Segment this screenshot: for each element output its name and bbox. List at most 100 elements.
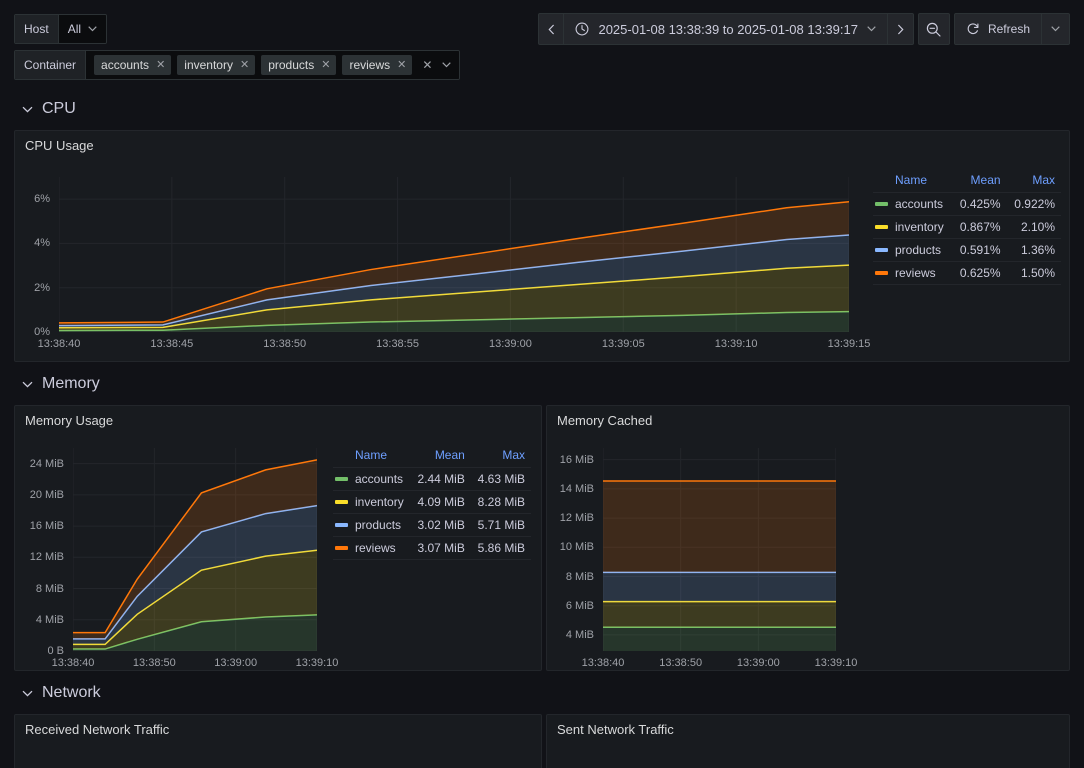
legend-color-swatch-icon — [335, 500, 348, 504]
legend-row[interactable]: reviews 3.07 MiB 5.86 MiB — [333, 536, 531, 560]
memory-usage-plot[interactable] — [72, 448, 318, 652]
legend-mean-value: 4.09 MiB — [410, 490, 471, 514]
section-title: Memory — [42, 375, 100, 392]
panel-memory-cached: Memory Cached 4 MiB 6 MiB 8 MiB 10 MiB 12 Mi… — [546, 405, 1070, 694]
legend-row[interactable]: reviews 0.625% 1.50% — [873, 261, 1061, 285]
variable-container-values[interactable]: accounts ✕ inventory ✕ products ✕ review… — [86, 51, 460, 79]
close-icon[interactable]: ✕ — [321, 57, 330, 73]
series-area-products — [603, 572, 836, 602]
legend-header-name[interactable]: Name — [333, 446, 411, 468]
legend-mean-value: 0.625% — [952, 261, 1007, 285]
variable-host-value[interactable]: All — [58, 15, 107, 43]
panel-received-network-traffic: Received Network Traffic — [14, 714, 542, 768]
legend-series-name[interactable]: reviews — [333, 536, 411, 560]
series-area-accounts — [603, 627, 836, 694]
legend-header-row: Name Mean Max — [873, 171, 1061, 193]
container-chip-products[interactable]: products ✕ — [261, 55, 337, 75]
panel-sent-network-traffic: Sent Network Traffic — [546, 714, 1070, 768]
container-chip-label: accounts — [101, 58, 150, 72]
container-chip-inventory[interactable]: inventory ✕ — [177, 55, 256, 75]
chevron-down-icon — [867, 26, 876, 32]
y-axis-tick-label: 8 MiB — [35, 582, 64, 595]
memory-usage-legend: Name Mean Max accounts 2.44 MiB 4.63 MiB inven… — [333, 446, 531, 560]
legend-header-mean[interactable]: Mean — [410, 446, 471, 468]
container-chip-label: reviews — [349, 58, 391, 72]
container-chip-reviews[interactable]: reviews ✕ — [342, 55, 413, 75]
clear-icon[interactable]: ✕ — [418, 58, 432, 72]
time-shift-forward-button[interactable] — [887, 13, 914, 45]
refresh-button-label: Refresh — [987, 22, 1030, 36]
x-axis-tick-label: 13:39:05 — [601, 338, 645, 350]
chevron-down-icon — [88, 26, 97, 32]
close-icon[interactable]: ✕ — [156, 57, 165, 73]
y-axis-tick-label: 14 MiB — [559, 482, 594, 495]
panel-title[interactable]: Memory Cached — [557, 413, 652, 428]
y-axis-tick-label: 20 MiB — [29, 488, 64, 501]
section-header-network[interactable]: Network — [22, 684, 101, 702]
legend-header-name[interactable]: Name — [873, 171, 953, 193]
legend-color-swatch-icon — [875, 225, 888, 229]
y-axis-tick-label: 2% — [34, 281, 50, 294]
close-icon[interactable]: ✕ — [397, 57, 406, 73]
legend-row[interactable]: accounts 2.44 MiB 4.63 MiB — [333, 467, 531, 491]
y-axis-tick-label: 10 MiB — [559, 541, 594, 554]
panel-title[interactable]: Sent Network Traffic — [557, 722, 674, 737]
time-range-picker[interactable]: 2025-01-08 13:38:39 to 2025-01-08 13:39:… — [564, 13, 888, 45]
legend-max-value: 1.50% — [1006, 261, 1061, 285]
panel-title[interactable]: Received Network Traffic — [25, 722, 169, 737]
x-axis-tick-label: 13:39:00 — [736, 657, 780, 669]
legend-row[interactable]: inventory 4.09 MiB 8.28 MiB — [333, 490, 531, 514]
legend-row[interactable]: products 0.591% 1.36% — [873, 238, 1061, 262]
cpu_usage-svg — [58, 177, 850, 333]
zoom-out-time-button[interactable] — [917, 13, 950, 45]
legend-header-mean[interactable]: Mean — [952, 171, 1007, 193]
time-range-segment: 2025-01-08 13:38:39 to 2025-01-08 13:39:… — [538, 13, 914, 45]
legend-series-name[interactable]: products — [333, 513, 411, 537]
close-icon[interactable]: ✕ — [240, 57, 249, 73]
section-title: CPU — [42, 100, 76, 117]
variable-container[interactable]: Container accounts ✕ inventory ✕ product… — [14, 50, 461, 80]
section-header-cpu[interactable]: CPU — [22, 100, 76, 118]
x-axis-tick-label: 13:38:50 — [263, 338, 307, 350]
time-shift-back-button[interactable] — [538, 13, 565, 45]
legend-header-max[interactable]: Max — [1006, 171, 1061, 193]
legend-series-name[interactable]: reviews — [873, 261, 953, 285]
panel-title[interactable]: CPU Usage — [25, 138, 94, 153]
variable-host-value-text: All — [67, 22, 82, 36]
variable-host[interactable]: Host All — [14, 14, 108, 44]
legend-series-name[interactable]: accounts — [333, 467, 411, 491]
x-axis-tick-label: 13:38:40 — [37, 338, 81, 350]
legend-series-name[interactable]: inventory — [873, 215, 953, 239]
legend-row[interactable]: accounts 0.425% 0.922% — [873, 192, 1061, 216]
x-axis-tick-label: 13:38:55 — [376, 338, 419, 350]
chevron-left-icon — [548, 24, 555, 35]
chevron-down-icon[interactable] — [438, 62, 452, 68]
legend-mean-value: 3.02 MiB — [410, 513, 471, 537]
legend-row[interactable]: inventory 0.867% 2.10% — [873, 215, 1061, 239]
legend-series-name[interactable]: products — [873, 238, 953, 262]
legend-color-swatch-icon — [335, 523, 348, 527]
refresh-interval-dropdown[interactable] — [1042, 13, 1070, 45]
legend-max-value: 2.10% — [1006, 215, 1061, 239]
legend-series-name[interactable]: inventory — [333, 490, 411, 514]
memory-cached-plot[interactable] — [602, 448, 837, 694]
y-axis-tick-label: 12 MiB — [29, 551, 64, 564]
legend-header-row: Name Mean Max — [333, 446, 531, 468]
legend-mean-value: 0.425% — [952, 192, 1007, 216]
section-header-memory[interactable]: Memory — [22, 375, 100, 393]
container-chip-accounts[interactable]: accounts ✕ — [94, 55, 172, 75]
chevron-down-icon — [22, 106, 33, 113]
legend-series-name[interactable]: accounts — [873, 192, 953, 216]
x-axis-tick-label: 13:39:10 — [814, 657, 858, 669]
legend-max-value: 5.86 MiB — [470, 536, 531, 560]
y-axis-tick-label: 16 MiB — [559, 453, 594, 466]
refresh-icon — [966, 22, 980, 36]
legend-max-value: 4.63 MiB — [470, 467, 531, 491]
refresh-button[interactable]: Refresh — [953, 13, 1042, 45]
y-axis-tick-label: 6% — [34, 193, 50, 206]
x-axis-tick-label: 13:38:45 — [150, 338, 194, 350]
cpu-usage-plot[interactable] — [58, 177, 850, 333]
legend-row[interactable]: products 3.02 MiB 5.71 MiB — [333, 513, 531, 537]
legend-header-max[interactable]: Max — [470, 446, 531, 468]
panel-title[interactable]: Memory Usage — [25, 413, 113, 428]
